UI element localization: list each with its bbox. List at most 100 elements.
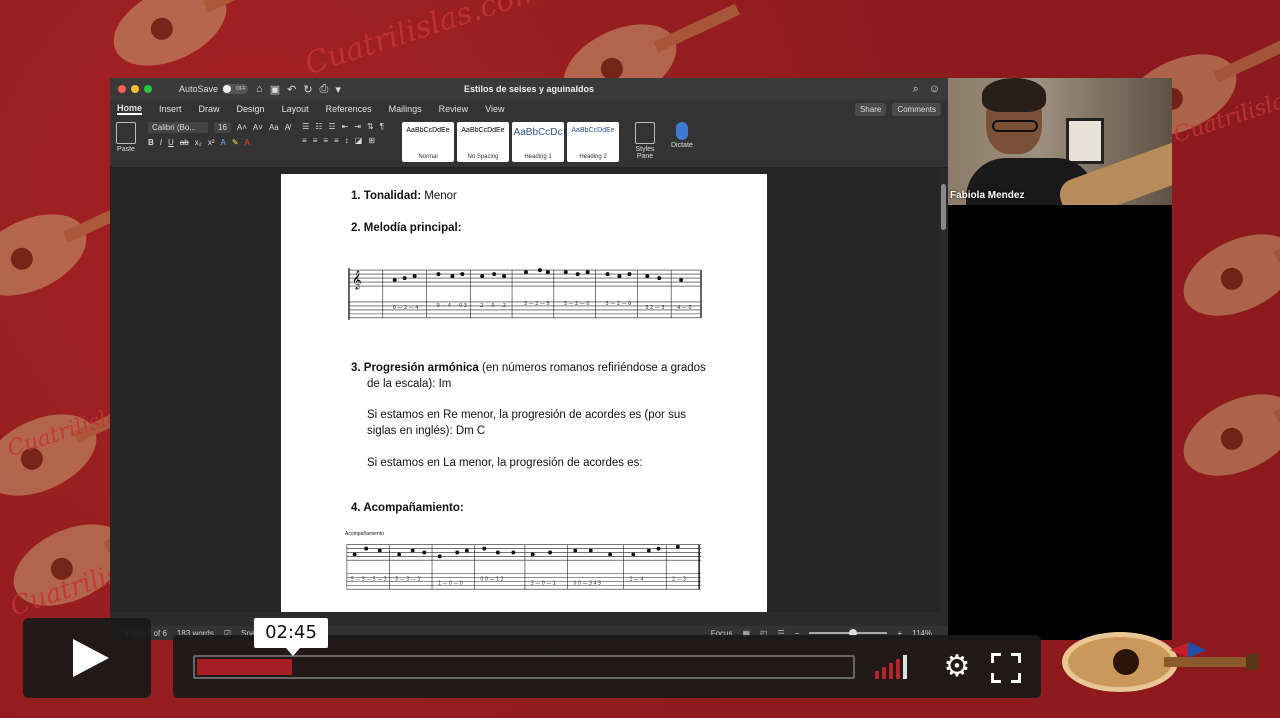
undo-icon[interactable]: ↶ [287, 83, 296, 96]
print-icon[interactable]: ⎙ [320, 83, 329, 96]
autosave-control[interactable]: AutoSave OFF [179, 84, 249, 94]
tab-references[interactable]: References [326, 104, 372, 114]
customize-toolbar-icon[interactable]: ▾ [335, 83, 341, 96]
svg-text:0 0 — 3 4 5: 0 0 — 3 4 5 [573, 580, 601, 586]
font-size-select[interactable]: 16 [214, 122, 231, 133]
italic-icon[interactable]: I [160, 138, 162, 147]
decrease-font-icon[interactable]: A˅ [253, 123, 263, 132]
maximize-window-button[interactable] [144, 85, 152, 93]
tab-home[interactable]: Home [117, 103, 143, 115]
volume-bar[interactable] [903, 655, 907, 679]
text-effects-icon[interactable]: A [220, 138, 225, 147]
strikethrough-icon[interactable]: ab [180, 138, 189, 147]
svg-text:2 — 4: 2 — 4 [629, 577, 643, 583]
volume-control[interactable] [875, 653, 907, 679]
microphone-icon [675, 122, 688, 140]
clear-format-icon[interactable]: A̸ [285, 123, 290, 132]
volume-bar[interactable] [882, 667, 886, 679]
svg-text:0 — 4 — 0 3: 0 — 4 — 0 3 [436, 303, 466, 309]
tab-draw[interactable]: Draw [199, 104, 220, 114]
svg-text:3 — 2 — 0: 3 — 2 — 0 [564, 301, 590, 307]
share-button[interactable]: Share [854, 102, 887, 116]
svg-text:3 — 2 — 5: 3 — 2 — 5 [524, 301, 550, 307]
progresion-line-2: de la escala): Im [367, 378, 452, 390]
autosave-toggle[interactable]: OFF [222, 84, 249, 94]
zoom-slider[interactable] [809, 629, 888, 637]
increase-indent-icon[interactable]: ⇥ [354, 122, 361, 131]
tab-layout[interactable]: Layout [282, 104, 309, 114]
ribbon-tabs: Home Insert Draw Design Layout Reference… [110, 100, 948, 118]
line-spacing-icon[interactable]: ↕ [345, 136, 349, 145]
style-heading-1[interactable]: AaBbCcDc Heading 1 [512, 122, 564, 162]
svg-text:0 0 — 1 2: 0 0 — 1 2 [480, 577, 503, 583]
save-icon[interactable]: ▣ [270, 83, 280, 96]
justify-icon[interactable]: ≡ [334, 136, 339, 145]
webcam-empty-area [948, 205, 1172, 640]
change-case-icon[interactable]: Aa [269, 123, 279, 132]
home-icon[interactable]: ⌂ [256, 83, 263, 96]
numbering-icon[interactable]: ☷ [315, 122, 322, 131]
style-heading-2[interactable]: AaBbCcDdEe Heading 2 [567, 122, 619, 162]
volume-bar[interactable] [875, 671, 879, 679]
settings-gear-icon[interactable]: ⚙ [941, 651, 973, 683]
borders-icon[interactable]: ⊞ [368, 136, 375, 145]
svg-text:4 — 0: 4 — 0 [677, 305, 691, 311]
increase-font-icon[interactable]: A˄ [237, 123, 247, 132]
font-color-icon[interactable]: A [245, 138, 250, 147]
fullscreen-icon[interactable] [991, 653, 1021, 683]
font-name-select[interactable]: Calibri (Bo... [148, 122, 208, 133]
document-page[interactable]: 1. Tonalidad: Menor 2. Melodía principal… [281, 174, 767, 612]
tab-insert[interactable]: Insert [159, 104, 182, 114]
time-tooltip: 02:45 [254, 618, 328, 656]
align-left-icon[interactable]: ≡ [302, 136, 307, 145]
progress-bar[interactable] [193, 655, 855, 679]
align-right-icon[interactable]: ≡ [323, 136, 328, 145]
tab-mailings[interactable]: Mailings [389, 104, 422, 114]
document-canvas[interactable]: 1. Tonalidad: Menor 2. Melodía principal… [110, 168, 940, 612]
melody-staff-image: 𝄞 0 — 2 — 4 0 — 4 — 0 3 2 — 0 — 2 3 — 2 — … [348, 268, 702, 320]
play-button[interactable] [23, 618, 151, 698]
clipboard-icon [116, 122, 136, 144]
volume-bar[interactable] [889, 663, 893, 679]
tab-design[interactable]: Design [237, 104, 265, 114]
tab-review[interactable]: Review [439, 104, 469, 114]
title-bar: AutoSave OFF ⌂ ▣ ↶ ↻ ⎙ ▾ Estilos de seis… [110, 78, 948, 100]
tab-view[interactable]: View [485, 104, 504, 114]
dictate-button[interactable]: Dictate [671, 122, 693, 149]
word-window: AutoSave OFF ⌂ ▣ ↶ ↻ ⎙ ▾ Estilos de seis… [110, 78, 948, 640]
style-no-spacing[interactable]: AaBbCcDdEe No Spacing [457, 122, 509, 162]
minimize-window-button[interactable] [131, 85, 139, 93]
list-item-acompanamiento: 4. Acompañamiento: [351, 502, 464, 514]
svg-text:3 2 — 3: 3 2 — 3 [645, 305, 664, 311]
sort-icon[interactable]: ⇅ [367, 122, 374, 131]
align-center-icon[interactable]: ≡ [313, 136, 318, 145]
bold-icon[interactable]: B [148, 138, 154, 147]
superscript-icon[interactable]: x² [208, 138, 215, 147]
comments-button[interactable]: Comments [892, 102, 941, 116]
search-icon[interactable]: ⌕ [913, 83, 919, 96]
list-item-tonalidad: 1. Tonalidad: Menor [351, 190, 457, 202]
scrollbar-thumb[interactable] [941, 184, 946, 230]
account-icon[interactable]: ☺ [929, 83, 940, 96]
decrease-indent-icon[interactable]: ⇤ [342, 122, 349, 131]
volume-bar[interactable] [896, 659, 900, 679]
shading-icon[interactable]: ◪ [355, 136, 363, 145]
subscript-icon[interactable]: x₂ [195, 138, 202, 147]
participant-name: Fabiola Mendez [950, 190, 1025, 201]
paste-button[interactable]: Paste [116, 122, 136, 153]
close-window-button[interactable] [118, 85, 126, 93]
underline-icon[interactable]: U [168, 138, 174, 147]
style-normal[interactable]: AaBbCcDdEe Normal [402, 122, 454, 162]
cuatro-pattern-icon [100, 0, 240, 83]
show-formatting-icon[interactable]: ¶ [380, 122, 384, 131]
svg-text:5 — 3 — 3: 5 — 3 — 3 [395, 577, 420, 583]
multilevel-list-icon[interactable]: ☲ [328, 122, 335, 131]
list-item-progresion: 3. Progresión armónica (en números roman… [351, 362, 706, 374]
vertical-scrollbar[interactable] [940, 168, 948, 612]
highlight-icon[interactable]: ✎ [232, 138, 239, 147]
bullets-icon[interactable]: ☰ [302, 122, 309, 131]
wall-frame [1066, 118, 1104, 164]
redo-icon[interactable]: ↻ [303, 83, 312, 96]
styles-pane-button[interactable]: Styles Pane [631, 122, 659, 160]
webcam-feed: Fabiola Mendez [948, 78, 1172, 205]
